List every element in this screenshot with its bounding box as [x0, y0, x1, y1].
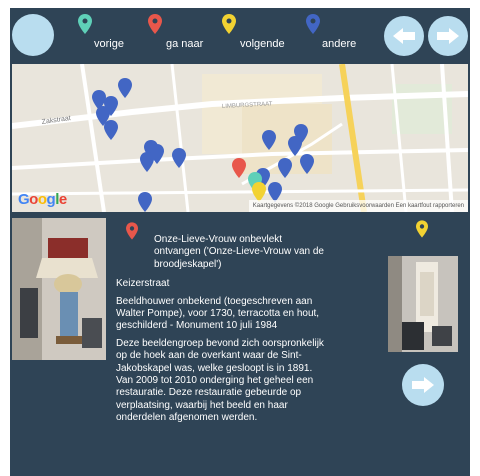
next-monument-photo[interactable]: [388, 256, 458, 352]
map-view[interactable]: Zakstraat LIMBURGSTRAAT Google Kaartgege…: [12, 64, 468, 212]
legend-label-next: volgende: [240, 38, 285, 50]
next-button[interactable]: [428, 16, 468, 56]
legend-label-other: andere: [322, 38, 357, 50]
arrow-left-icon: [393, 28, 415, 44]
map-attribution[interactable]: Kaartgegevens ©2018 Google Gebruiksvoorw…: [248, 200, 468, 212]
map-pin-icon: [78, 14, 92, 34]
map-canvas: Zakstraat LIMBURGSTRAAT: [12, 64, 468, 212]
app-frame: vorige ga naar volgende andere Zakstraat…: [10, 8, 470, 476]
arrow-right-icon: [412, 377, 434, 393]
google-logo: Google: [18, 191, 67, 208]
monument-title: Onze-Lieve-Vrouw onbevlekt ontvangen ('O…: [154, 234, 324, 270]
monument-details: Beeldhouwer onbekend (toegeschreven aan …: [116, 295, 320, 332]
statue-photo: [12, 218, 106, 360]
map-pin-icon: [222, 14, 236, 34]
next-photo-drawing: [388, 256, 458, 352]
statue-photo-drawing: [12, 218, 106, 360]
map-pin-icon: [306, 14, 320, 34]
home-button[interactable]: [12, 14, 54, 56]
arrow-right-icon: [437, 28, 459, 44]
legend-label-go-to: ga naar: [166, 38, 204, 50]
monument-street: Keizerstraat: [116, 278, 170, 290]
monument-description: Deze beeldengroep bevond zich oorspronke…: [116, 337, 324, 424]
map-pin-icon: [416, 220, 428, 238]
top-bar: vorige ga naar volgende andere: [10, 8, 470, 64]
previous-button[interactable]: [384, 16, 424, 56]
go-to-next-button[interactable]: [402, 364, 444, 406]
map-pin-icon: [148, 14, 162, 34]
legend-label-previous: vorige: [94, 38, 124, 50]
info-panel: Onze-Lieve-Vrouw onbevlekt ontvangen ('O…: [116, 234, 330, 425]
